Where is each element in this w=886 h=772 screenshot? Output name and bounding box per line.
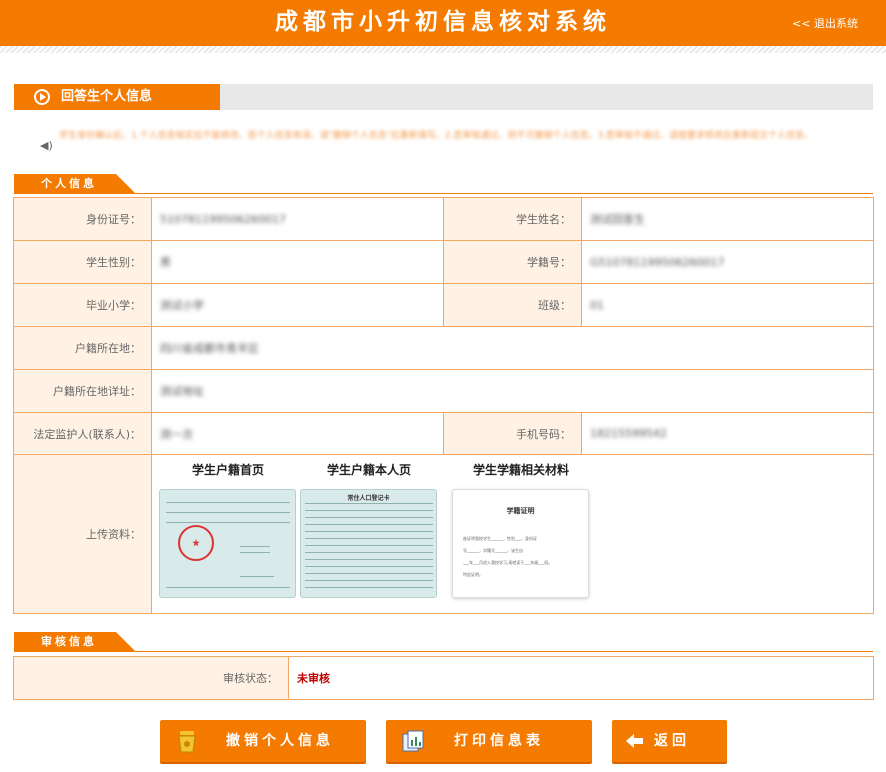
household-address-value: 测试地址 (160, 385, 204, 398)
table-row: 毕业小学： 测试小学 班级： 01 (13, 283, 874, 327)
table-row: 学生性别： 男 学籍号： G510781199506260017 (13, 240, 874, 284)
section-tab: 回答生个人信息 (14, 84, 220, 110)
guardian-label: 法定监护人(联系人)： (13, 412, 152, 455)
red-stamp-icon (178, 525, 214, 561)
doc-line: 兹证明我校学生______，性别___，身份证 (463, 536, 537, 541)
table-row: 户籍所在地： 四川省成都市青羊区 (13, 326, 874, 370)
household-location-value: 四川省成都市青羊区 (160, 342, 259, 355)
revoke-info-label: 撤销个人信息 (226, 733, 334, 749)
audit-info-underline (14, 651, 873, 652)
audit-info-heading-label: 审核信息 (14, 632, 136, 652)
class-value: 01 (590, 298, 604, 312)
upload-student-record[interactable]: 学生学籍相关材料 学籍证明 兹证明我校学生______，性别___，身份证 号_… (452, 461, 590, 598)
logout-link[interactable]: << 退出系统 (792, 15, 858, 31)
play-circle-icon (34, 89, 50, 105)
primary-school-value: 测试小学 (160, 299, 204, 312)
print-info-button[interactable]: 打印信息表 (386, 720, 592, 762)
section-bar: 回答生个人信息 (14, 84, 873, 110)
print-info-label: 打印信息表 (454, 733, 544, 749)
student-no-value: G510781199506260017 (590, 255, 725, 269)
back-label: 返回 (654, 733, 690, 749)
id-number-value: 510781199506260017 (160, 212, 286, 226)
primary-school-label: 毕业小学： (13, 283, 152, 327)
table-row: 法定监护人(联系人)： 测一次 手机号码： 18215599542 (13, 412, 874, 455)
audit-info-heading: 审核信息 (14, 632, 136, 652)
table-row: 身份证号： 510781199506260017 学生姓名： 测试回答生 (13, 197, 874, 241)
table-row: 上传资料： 学生户籍首页 学生户籍本人页 常住人口登记卡 学生学籍相关材料 学籍… (13, 454, 874, 614)
gender-label: 学生性别： (13, 240, 152, 284)
uploads-label: 上传资料： (13, 454, 152, 614)
upload-household-first-page[interactable]: 学生户籍首页 (159, 461, 297, 598)
student-no-label: 学籍号： (443, 240, 582, 284)
table-row: 户籍所在地详址： 测试地址 (13, 369, 874, 413)
upload-household-own-page[interactable]: 学生户籍本人页 常住人口登记卡 (300, 461, 438, 598)
back-button[interactable]: 返回 (612, 720, 727, 762)
household-own-page-image[interactable]: 常住人口登记卡 (300, 489, 437, 598)
audit-status-value: 未审核 (288, 656, 874, 700)
page-title: 成都市小升初信息核对系统 (275, 9, 611, 35)
personal-info-underline (14, 193, 873, 194)
header-divider (0, 46, 886, 53)
doc-line: 号______，学籍号______，该生自 (463, 548, 523, 553)
revoke-info-button[interactable]: 撤销个人信息 (160, 720, 366, 762)
class-label: 班级： (443, 283, 582, 327)
household-first-page-image[interactable] (159, 489, 296, 598)
household-address-label: 户籍所在地详址： (13, 369, 152, 413)
phone-label: 手机号码： (443, 412, 582, 455)
upload-title: 学生户籍本人页 (326, 463, 411, 477)
student-name-label: 学生姓名： (443, 197, 582, 241)
audit-status-label: 审核状态： (13, 656, 289, 700)
section-title: 回答生个人信息 (61, 89, 153, 104)
doc-line: ___年___月进入我校学习,现就读于___年级___班。 (463, 560, 553, 565)
speaker-icon: ◀︎) (40, 139, 53, 152)
upload-title: 学生学籍相关材料 (472, 463, 569, 477)
header-bar: 成都市小升初信息核对系统 << 退出系统 (0, 0, 886, 46)
table-row: 审核状态： 未审核 (13, 656, 874, 700)
guardian-value: 测一次 (160, 427, 193, 441)
doc-title: 学籍证明 (506, 507, 535, 515)
personal-info-table: 身份证号： 510781199506260017 学生姓名： 测试回答生 学生性… (13, 197, 874, 614)
personal-info-heading: 个人信息 (14, 174, 136, 194)
doc-title: 常住人口登记卡 (347, 495, 390, 502)
print-report-icon (402, 730, 424, 752)
uploads-area: 学生户籍首页 学生户籍本人页 常住人口登记卡 学生学籍相关材料 学籍证明 兹证明… (152, 455, 873, 613)
doc-line: 特此证明。 (463, 572, 483, 577)
arrow-left-icon (626, 734, 643, 748)
gender-value: 男 (160, 256, 171, 269)
notice-text: 学生身份确认后，1.个人信息核实后不能修改，若个人信息有误，请"撤销个人信息"后… (59, 131, 814, 141)
household-location-label: 户籍所在地： (13, 326, 152, 370)
student-name-value: 测试回答生 (590, 213, 645, 226)
phone-value: 18215599542 (590, 427, 667, 440)
student-record-image[interactable]: 学籍证明 兹证明我校学生______，性别___，身份证 号______，学籍号… (452, 489, 589, 598)
trash-bin-icon (178, 731, 196, 753)
id-number-label: 身份证号： (13, 197, 152, 241)
audit-table: 审核状态： 未审核 (13, 656, 874, 700)
upload-title: 学生户籍首页 (191, 463, 264, 477)
personal-info-heading-label: 个人信息 (14, 174, 136, 194)
